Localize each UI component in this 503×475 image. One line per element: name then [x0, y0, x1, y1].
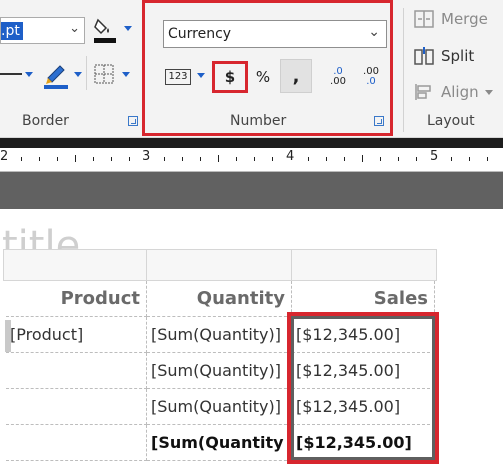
- split-icon: [414, 47, 434, 65]
- ruler-tick: [344, 157, 345, 161]
- merge-label: Merge: [441, 10, 488, 28]
- split-button[interactable]: Split: [413, 46, 474, 66]
- ruler-tick: [93, 157, 94, 161]
- table-cell-quantity-total[interactable]: [Sum(Quantity: [147, 425, 292, 461]
- line-style-dropdown-arrow[interactable]: [25, 72, 33, 77]
- currency-icon: $: [224, 68, 236, 86]
- chevron-down-icon: ⌄: [368, 24, 380, 40]
- align-button[interactable]: Align: [413, 82, 493, 102]
- decrease-decimal-icon-bottom: .0: [366, 76, 376, 87]
- increase-decimal-button[interactable]: .0 .00: [323, 61, 353, 93]
- ruler-tick: [362, 155, 363, 162]
- number-format-value: Currency: [168, 26, 232, 42]
- comma-icon: ,: [292, 65, 300, 87]
- ruler-tick: [398, 157, 399, 161]
- ruler-top-strip: [0, 138, 503, 148]
- align-dropdown-arrow[interactable]: [484, 89, 493, 95]
- chevron-down-icon[interactable]: ⌄: [69, 21, 80, 36]
- pen-icon: [44, 65, 68, 89]
- ruler-tick: [164, 157, 165, 161]
- ruler-tick: [308, 157, 309, 161]
- table-cell-quantity[interactable]: [Sum(Quantity)]: [147, 317, 292, 353]
- comma-style-button[interactable]: ,: [280, 59, 312, 93]
- table-cell-quantity[interactable]: [Sum(Quantity)]: [147, 389, 292, 425]
- placeholder-format-dropdown-arrow[interactable]: [197, 73, 205, 78]
- table-cell-product[interactable]: [6, 389, 147, 425]
- number-123-icon: 123: [165, 69, 191, 85]
- ruler-tick: [487, 157, 488, 161]
- header-cell-product[interactable]: Product: [6, 281, 147, 317]
- font-size-combobox[interactable]: .pt ⌄: [0, 17, 85, 44]
- table-cell-quantity[interactable]: [Sum(Quantity)]: [147, 353, 292, 389]
- design-surface-header-band: [0, 172, 503, 209]
- table-cell-product[interactable]: [Product]: [6, 317, 147, 353]
- align-icon: [415, 84, 431, 100]
- border-group-launcher-icon[interactable]: [128, 116, 138, 126]
- ruler-tick: [236, 157, 237, 161]
- ruler-tick: [380, 157, 381, 161]
- number-format-select[interactable]: Currency ⌄: [163, 20, 387, 48]
- ruler-tick: [416, 157, 417, 161]
- line-style-button[interactable]: [0, 73, 22, 75]
- font-size-value[interactable]: .pt: [1, 22, 23, 40]
- borders-button[interactable]: [94, 64, 114, 84]
- horizontal-ruler: 2 3 4 5: [0, 138, 503, 172]
- number-group-launcher-icon[interactable]: [374, 116, 384, 126]
- fill-color-button[interactable]: [92, 14, 118, 44]
- ruler-tick: [451, 157, 452, 161]
- percent-button[interactable]: %: [251, 61, 275, 93]
- border-grid-icon: [94, 64, 114, 84]
- ruler-number: 5: [430, 149, 439, 164]
- border-color-dropdown-arrow[interactable]: [74, 72, 82, 77]
- align-label: Align: [441, 83, 479, 101]
- ruler-tick: [272, 157, 273, 161]
- header-cell-quantity[interactable]: Quantity: [147, 281, 292, 317]
- table-cell-product[interactable]: [6, 353, 147, 389]
- ruler-number: 2: [0, 149, 9, 164]
- ruler-tick: [129, 157, 130, 161]
- ribbon-separator: [86, 56, 87, 90]
- ribbon-separator: [403, 8, 404, 132]
- border-color-button[interactable]: [42, 60, 70, 90]
- paint-bucket-icon: [94, 18, 116, 43]
- number-group: Currency ⌄ 123 $ % , .0 .00 .00 .0 Numbe…: [142, 0, 393, 136]
- merge-button[interactable]: Merge: [413, 9, 488, 29]
- ruler-tick: [218, 155, 219, 162]
- ruler-tick: [182, 157, 183, 161]
- ruler-tick: [200, 157, 201, 161]
- table-cell-product[interactable]: [6, 425, 147, 461]
- ruler-number: 4: [286, 149, 295, 164]
- ruler-tick: [21, 157, 22, 161]
- ruler-tick: [39, 157, 40, 161]
- currency-button[interactable]: $: [212, 61, 248, 93]
- ruler-tick: [326, 157, 327, 161]
- column-handle[interactable]: [4, 250, 147, 280]
- merge-icon: [414, 10, 434, 28]
- ruler-tick: [254, 157, 255, 161]
- layout-group-label: Layout: [427, 113, 475, 129]
- decrease-decimal-button[interactable]: .00 .0: [356, 61, 386, 93]
- ruler-tick: [469, 157, 470, 161]
- column-handle[interactable]: [147, 250, 292, 280]
- sales-column-highlight: [287, 312, 439, 464]
- placeholder-format-button[interactable]: 123: [163, 61, 193, 93]
- number-group-label: Number: [230, 113, 287, 129]
- increase-decimal-icon-bottom: .00: [330, 76, 346, 87]
- ruler-tick: [57, 157, 58, 161]
- ribbon: .pt ⌄ Border Currency ⌄ 123 $ % , .0 .00…: [0, 0, 503, 138]
- percent-icon: %: [255, 68, 271, 86]
- borders-dropdown-arrow[interactable]: [122, 72, 130, 77]
- ruler-number: 3: [142, 149, 151, 164]
- fill-color-dropdown-arrow[interactable]: [124, 26, 132, 31]
- column-handle[interactable]: [292, 250, 436, 280]
- split-label: Split: [441, 47, 475, 65]
- ruler-tick: [75, 155, 76, 162]
- border-group-label: Border: [22, 113, 69, 129]
- column-handles[interactable]: [3, 249, 437, 281]
- ruler-tick: [111, 157, 112, 161]
